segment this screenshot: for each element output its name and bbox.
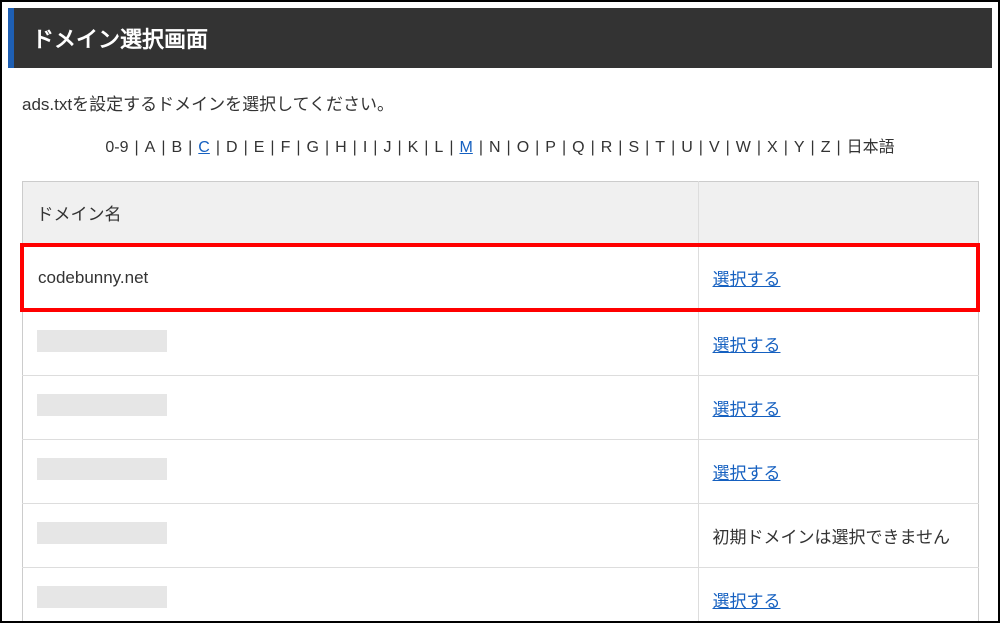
alpha-nav-J: J (380, 139, 394, 156)
alpha-nav-separator: | (642, 139, 652, 156)
redacted-placeholder (37, 586, 167, 608)
window: ドメイン選択画面 ads.txtを設定するドメインを選択してください。 0-9|… (0, 0, 1000, 623)
select-link[interactable]: 選択する (713, 592, 781, 611)
alpha-nav-separator: | (131, 139, 141, 156)
domain-cell (22, 376, 698, 440)
select-link[interactable]: 選択する (713, 270, 781, 289)
alpha-nav-separator: | (504, 139, 514, 156)
table-row: 初期ドメインは選択できません (22, 504, 978, 568)
alpha-nav-X: X (764, 139, 781, 156)
alpha-nav-separator: | (723, 139, 733, 156)
table-header-row: ドメイン名 (22, 182, 978, 246)
alpha-nav-Z: Z (818, 139, 834, 156)
domain-cell (22, 504, 698, 568)
alpha-nav-separator: | (833, 139, 843, 156)
alpha-nav-M[interactable]: M (456, 139, 475, 156)
col-header-domain: ドメイン名 (22, 182, 698, 246)
alpha-nav-separator: | (615, 139, 625, 156)
alpha-nav-Q: Q (569, 139, 587, 156)
alpha-nav-F: F (278, 139, 294, 156)
action-cell: 選択する (698, 310, 978, 376)
alpha-nav-O: O (514, 139, 532, 156)
alpha-nav-separator: | (421, 139, 431, 156)
page-title: ドメイン選択画面 (8, 8, 992, 68)
alpha-nav-separator: | (668, 139, 678, 156)
alpha-nav-separator: | (267, 139, 277, 156)
alpha-nav-separator: | (446, 139, 456, 156)
alpha-nav-P: P (542, 139, 559, 156)
table-row: 選択する (22, 376, 978, 440)
alpha-nav-B: B (168, 139, 185, 156)
alpha-nav-A: A (142, 139, 159, 156)
alpha-nav-separator: | (241, 139, 251, 156)
action-cell: 初期ドメインは選択できません (698, 504, 978, 568)
alpha-nav-V: V (706, 139, 723, 156)
alpha-nav-separator: | (532, 139, 542, 156)
page-title-text: ドメイン選択画面 (32, 27, 208, 52)
alpha-nav-separator: | (350, 139, 360, 156)
select-link[interactable]: 選択する (713, 464, 781, 483)
alpha-nav-separator: | (781, 139, 791, 156)
alpha-nav-separator: | (696, 139, 706, 156)
alpha-nav-0-9: 0-9 (102, 139, 131, 156)
alpha-nav-D: D (223, 139, 241, 156)
alpha-nav-S: S (625, 139, 642, 156)
action-cell: 選択する (698, 440, 978, 504)
alpha-nav-separator: | (588, 139, 598, 156)
instruction-text: ads.txtを設定するドメインを選択してください。 (2, 68, 998, 133)
alpha-nav-separator: | (293, 139, 303, 156)
alpha-nav-R: R (598, 139, 616, 156)
domain-cell (22, 440, 698, 504)
alpha-nav-separator: | (559, 139, 569, 156)
domain-cell (22, 568, 698, 623)
alpha-nav-separator: | (213, 139, 223, 156)
alpha-nav-E: E (251, 139, 268, 156)
alpha-nav-G: G (304, 139, 322, 156)
alpha-nav-日本語: 日本語 (844, 139, 898, 156)
table-row: codebunny.net 選択する (22, 245, 978, 310)
table-row: 選択する (22, 440, 978, 504)
alpha-nav-separator: | (476, 139, 486, 156)
redacted-placeholder (37, 330, 167, 352)
redacted-placeholder (37, 394, 167, 416)
table-row: 選択する (22, 568, 978, 623)
alpha-nav-W: W (733, 139, 754, 156)
alpha-nav-separator: | (370, 139, 380, 156)
alpha-nav-separator: | (158, 139, 168, 156)
alpha-nav-separator: | (322, 139, 332, 156)
action-disabled-text: 初期ドメインは選択できません (713, 528, 951, 547)
alpha-nav-L: L (431, 139, 446, 156)
redacted-placeholder (37, 458, 167, 480)
alpha-nav-separator: | (808, 139, 818, 156)
alpha-nav-K: K (405, 139, 422, 156)
domain-cell: codebunny.net (22, 245, 698, 310)
select-link[interactable]: 選択する (713, 336, 781, 355)
alpha-nav-H: H (332, 139, 350, 156)
alpha-nav: 0-9|A|B|C|D|E|F|G|H|I|J|K|L|M|N|O|P|Q|R|… (2, 133, 998, 181)
action-cell: 選択する (698, 568, 978, 623)
alpha-nav-separator: | (185, 139, 195, 156)
alpha-nav-I: I (360, 139, 370, 156)
alpha-nav-Y: Y (791, 139, 808, 156)
table-row: 選択する (22, 310, 978, 376)
action-cell: 選択する (698, 245, 978, 310)
domain-table: ドメイン名 codebunny.net選択する選択する選択する選択する初期ドメイ… (20, 181, 980, 623)
domain-table-wrap: ドメイン名 codebunny.net選択する選択する選択する選択する初期ドメイ… (2, 181, 998, 623)
alpha-nav-C[interactable]: C (195, 139, 213, 156)
domain-cell (22, 310, 698, 376)
select-link[interactable]: 選択する (713, 400, 781, 419)
alpha-nav-U: U (678, 139, 696, 156)
alpha-nav-separator: | (754, 139, 764, 156)
redacted-placeholder (37, 522, 167, 544)
alpha-nav-T: T (652, 139, 668, 156)
action-cell: 選択する (698, 376, 978, 440)
col-header-action (698, 182, 978, 246)
alpha-nav-separator: | (394, 139, 404, 156)
alpha-nav-N: N (486, 139, 504, 156)
